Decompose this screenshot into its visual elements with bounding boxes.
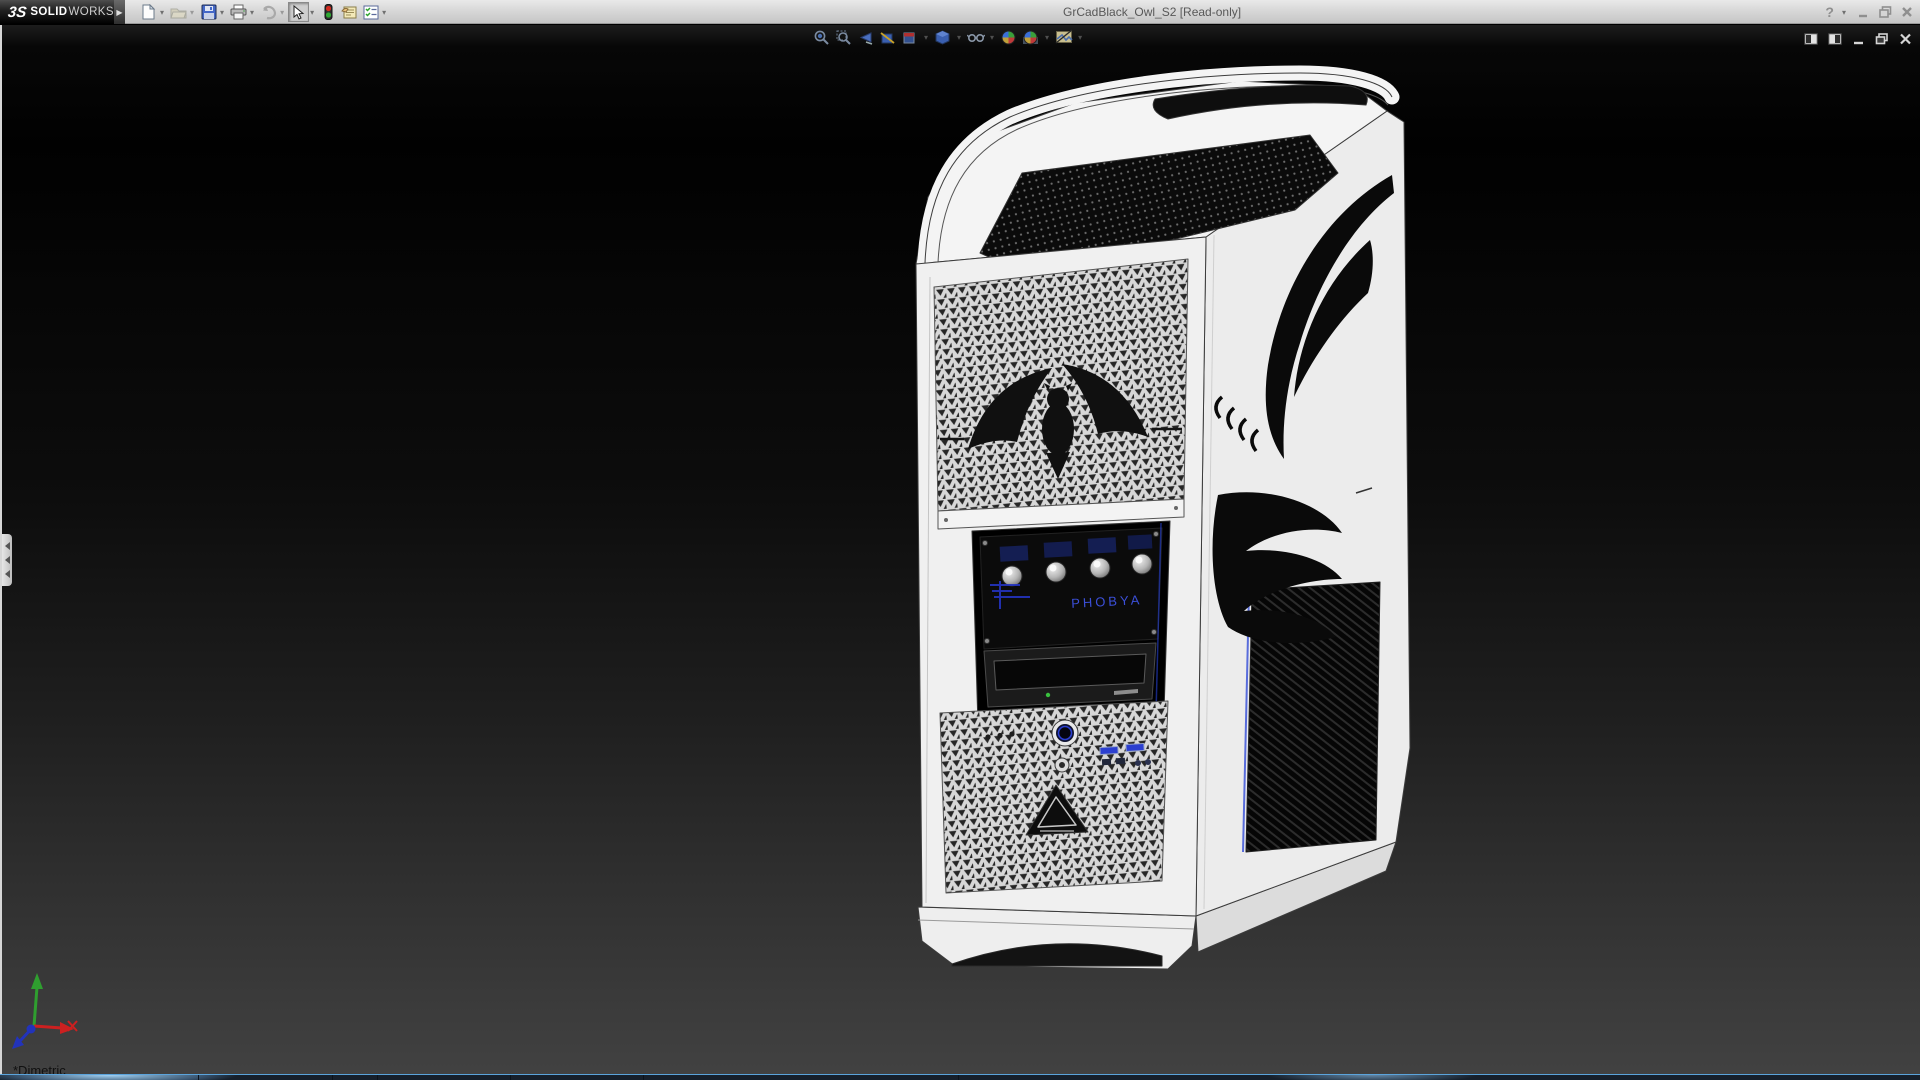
taskbar-separator [643,1075,644,1080]
select-cursor-icon [292,5,305,20]
view-settings-caret[interactable]: ▾ [1076,33,1084,42]
view-settings-button[interactable] [1054,28,1073,46]
taskbar-separator [377,1075,378,1080]
zoom-to-fit-icon [813,29,830,46]
view-settings-icon [1055,29,1073,45]
checklist-icon [363,5,379,20]
previous-view-button[interactable] [856,28,875,46]
logo-works-text: WORKS [69,6,114,18]
print-button[interactable] [228,2,249,22]
new-dropdown-caret[interactable]: ▾ [159,8,168,17]
standard-toolbar: ▾ ▾ ▾ ▾ ▾ ▾ ▾ [138,2,390,22]
open-dropdown-caret[interactable]: ▾ [189,8,198,17]
close-icon [1900,5,1914,19]
graphics-viewport[interactable]: PHOBYA [0,25,1920,1080]
appearance-sphere-icon [1000,29,1017,46]
taskbar-separator [510,1075,511,1080]
taskbar-separator [332,1075,333,1080]
document-window-controls [1804,33,1912,45]
logo-solid-text: SOLID [30,6,67,18]
open-icon [170,5,187,20]
collapse-arrow-icon [5,556,10,564]
new-document-button[interactable] [138,2,159,22]
menu-flyout-arrow-icon[interactable]: ▶ [114,0,125,24]
undo-button[interactable] [258,2,279,22]
solidworks-window: 3S SOLIDWORKS ▶ ▾ ▾ ▾ ▾ ▾ ▾ [0,0,1920,1080]
titlebar-right-controls: ? ▾ [1825,2,1914,22]
display-style-icon [934,29,951,46]
open-button[interactable] [168,2,189,22]
previous-view-icon [857,29,874,46]
save-dropdown-caret[interactable]: ▾ [219,8,228,17]
save-button[interactable] [198,2,219,22]
reference-triad [0,959,95,1063]
select-dropdown-caret[interactable]: ▾ [309,8,318,17]
section-view-icon [879,29,896,46]
print-dropdown-caret[interactable]: ▾ [249,8,258,17]
undo-icon [260,5,277,20]
display-style-button[interactable] [933,28,952,46]
view-orientation-icon [901,29,918,46]
restore-button[interactable] [1878,5,1893,19]
close-button[interactable] [1900,5,1914,19]
zoom-to-area-button[interactable] [834,28,853,46]
taskbar-separator [958,1075,959,1080]
apply-scene-button[interactable] [1021,28,1040,46]
doc-minimize-icon[interactable] [1852,33,1865,45]
apply-scene-caret[interactable]: ▾ [1043,33,1051,42]
os-taskbar-edge[interactable] [0,1074,1920,1080]
collapse-arrow-icon [5,570,10,578]
taskbar-separator [198,1075,199,1080]
new-document-icon [141,4,156,20]
doc-restore-icon[interactable] [1875,33,1889,45]
print-icon [230,4,247,20]
zoom-to-area-icon [835,29,852,46]
split-pane-left-icon[interactable] [1804,33,1818,45]
section-view-button[interactable] [878,28,897,46]
undo-dropdown-caret[interactable]: ▾ [279,8,288,17]
pc-case-model: PHOBYA [916,73,1410,969]
minimize-icon [1857,5,1871,19]
solidworks-logo[interactable]: 3S SOLIDWORKS [0,0,114,24]
optical-drive [984,643,1156,707]
doc-close-icon[interactable] [1899,33,1912,45]
collapse-arrow-icon [5,542,10,550]
triad-axes [12,973,77,1049]
view-orientation-caret[interactable]: ▾ [922,33,930,42]
view-orientation-button[interactable] [900,28,919,46]
hide-show-items-caret[interactable]: ▾ [988,33,996,42]
zoom-to-fit-button[interactable] [812,28,831,46]
minimize-button[interactable] [1857,5,1871,19]
edit-appearance-button[interactable] [999,28,1018,46]
scene-sphere-icon [1022,29,1039,46]
options-button[interactable] [360,2,381,22]
titlebar: 3S SOLIDWORKS ▶ ▾ ▾ ▾ ▾ ▾ ▾ [0,0,1920,24]
options-dropdown-caret[interactable]: ▾ [381,8,390,17]
document-title: GrCadBlack_Owl_S2 [Read-only] [1063,5,1241,19]
model-3d-view[interactable]: PHOBYA [0,25,1920,1080]
headsup-view-toolbar: ▾ ▾ ▾ ▾ ▾ [812,28,1084,46]
split-pane-right-icon[interactable] [1828,33,1842,45]
save-icon [201,4,217,20]
ds-logo-icon: 3S [7,4,28,21]
display-style-caret[interactable]: ▾ [955,33,963,42]
restore-icon [1878,5,1893,19]
help-button[interactable]: ? [1825,4,1834,20]
edit-annotation-button[interactable] [339,2,360,22]
glasses-icon [967,29,985,46]
traffic-light-icon [324,4,333,20]
help-dropdown-caret[interactable]: ▾ [1841,8,1850,17]
select-button[interactable] [288,2,309,22]
rebuild-button[interactable] [318,2,339,22]
feature-panel-collapse-handle[interactable] [2,534,12,586]
hide-show-items-button[interactable] [966,28,985,46]
note-hand-icon [341,4,358,20]
